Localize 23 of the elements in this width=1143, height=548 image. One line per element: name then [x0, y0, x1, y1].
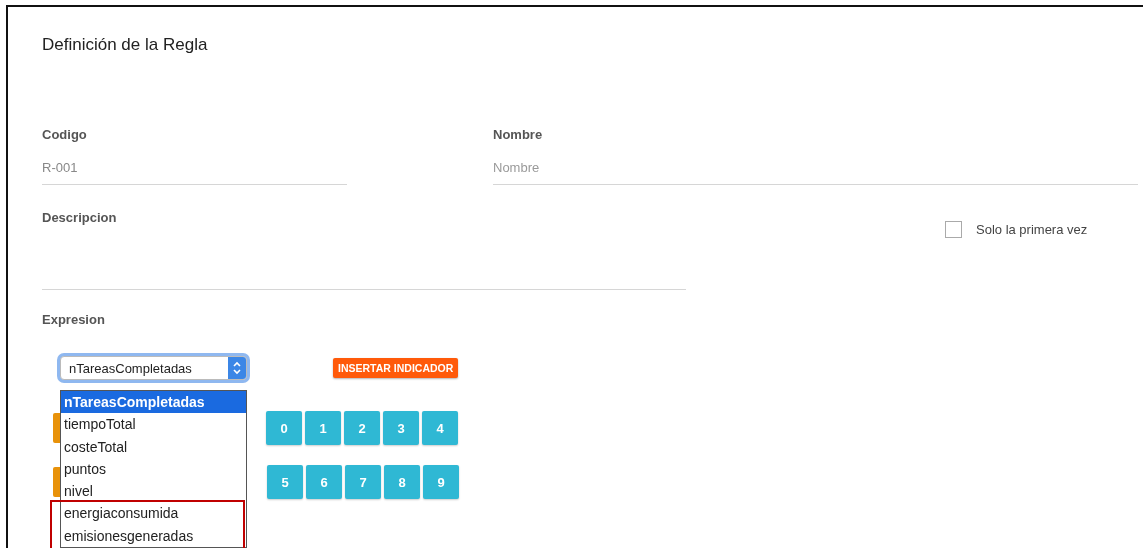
digit-button[interactable]: 0 [266, 411, 302, 445]
spinner-icon [228, 357, 246, 379]
field-label: Codigo [42, 127, 88, 142]
digit-button[interactable]: 5 [267, 465, 303, 499]
digit-button[interactable]: 3 [383, 411, 419, 445]
insert-indicator-button[interactable]: INSERTAR INDICADOR [333, 358, 459, 378]
dropdown-option[interactable]: nTareasCompletadas [61, 391, 246, 414]
digit-button[interactable]: 6 [306, 465, 342, 499]
digit-button[interactable]: 9 [423, 465, 459, 499]
checkbox[interactable] [945, 221, 962, 238]
field-label: Expresion [42, 312, 105, 327]
digit-button[interactable]: 1 [305, 411, 341, 445]
field-label: Descripcion [42, 210, 118, 225]
digit-button[interactable]: 2 [344, 411, 380, 445]
field-label: Nombre [493, 127, 544, 142]
checkbox-label: Solo la primera vez [976, 222, 1088, 237]
digit-button[interactable]: 7 [345, 465, 381, 499]
form-title: Definición de la Regla [42, 35, 209, 56]
digit-button[interactable]: 8 [384, 465, 420, 499]
digit-button[interactable]: 4 [422, 411, 458, 445]
nombre-field[interactable]: Nombre [493, 150, 1138, 185]
codigo-field[interactable]: R-001 [42, 150, 347, 185]
indicator-select[interactable]: nTareasCompletadas [60, 356, 247, 380]
